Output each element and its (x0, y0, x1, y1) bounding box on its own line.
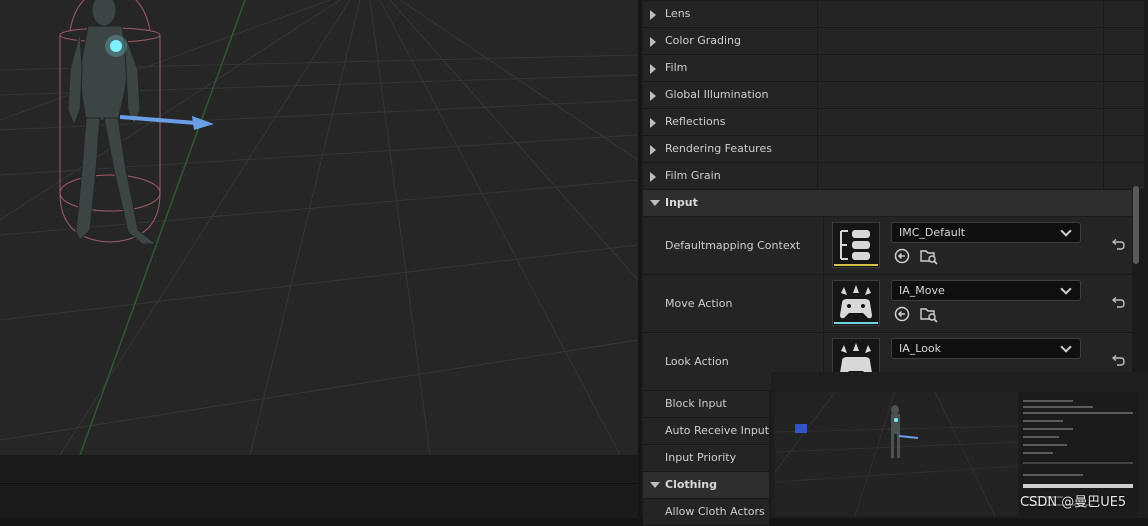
mapping-context-icon (840, 230, 870, 260)
asset-picker-value: IMC_Default (899, 226, 966, 239)
asset-picker-combo[interactable]: IA_Look (891, 338, 1081, 359)
collapse-arrow-icon (650, 482, 660, 488)
section-label: Reflections (665, 115, 726, 128)
property-allow-cloth-actors[interactable]: Allow Cloth Actors (643, 499, 769, 526)
category-input[interactable]: Input (643, 190, 1132, 216)
property-label: Block Input (665, 397, 727, 410)
expand-arrow-icon (650, 91, 656, 101)
property-default-mapping-context: Defaultmapping Context IMC_Default (643, 217, 1132, 275)
asset-type-bar (834, 322, 878, 324)
chevron-down-icon (1060, 225, 1072, 237)
camera-icon (795, 424, 807, 433)
property-label: Defaultmapping Context (665, 239, 801, 252)
property-block-input[interactable]: Block Input (643, 391, 769, 418)
section-color-grading[interactable]: Color Grading (643, 28, 1144, 55)
category-label: Input (665, 196, 698, 209)
section-label: Film Grain (665, 169, 721, 182)
expand-arrow-icon (650, 10, 656, 20)
section-label: Color Grading (665, 34, 741, 47)
chevron-down-icon (1060, 283, 1072, 295)
section-label: Global Illumination (665, 88, 769, 101)
viewport-footer (0, 455, 638, 518)
use-selected-icon[interactable] (894, 248, 910, 264)
reset-to-default-icon[interactable] (1111, 297, 1125, 309)
section-film[interactable]: Film (643, 55, 1144, 82)
category-clothing[interactable]: Clothing (643, 472, 769, 498)
use-selected-icon[interactable] (894, 306, 910, 322)
asset-picker-value: IA_Move (899, 284, 945, 297)
property-input-priority[interactable]: Input Priority (643, 445, 769, 472)
section-lens[interactable]: Lens (643, 1, 1144, 28)
section-label: Lens (665, 7, 691, 20)
section-rendering-features[interactable]: Rendering Features (643, 136, 1144, 163)
reset-to-default-icon[interactable] (1111, 355, 1125, 367)
asset-picker-combo[interactable]: IA_Move (891, 280, 1081, 301)
watermark: CSDN @曼巴UE5 (1020, 495, 1127, 510)
input-action-icon (840, 285, 872, 319)
expand-arrow-icon (650, 118, 656, 128)
collapse-arrow-icon (650, 200, 660, 206)
property-label: Look Action (665, 355, 729, 368)
category-label: Clothing (665, 478, 717, 491)
browse-folder-icon[interactable] (920, 247, 938, 265)
character-mesh[interactable] (0, 0, 638, 455)
asset-picker-combo[interactable]: IMC_Default (891, 222, 1081, 243)
asset-thumbnail[interactable] (832, 280, 880, 326)
expand-arrow-icon (650, 64, 656, 74)
property-label: Move Action (665, 297, 733, 310)
browse-folder-icon[interactable] (920, 305, 938, 323)
section-global-illumination[interactable]: Global Illumination (643, 82, 1144, 109)
section-film-grain[interactable]: Film Grain (643, 163, 1144, 190)
reset-to-default-icon[interactable] (1111, 239, 1125, 251)
details-scrollbar[interactable] (1133, 186, 1139, 264)
preview-viewport (774, 391, 1019, 517)
chevron-down-icon (1060, 341, 1072, 353)
expand-arrow-icon (650, 145, 656, 155)
asset-type-bar (834, 264, 878, 266)
property-label: Input Priority (665, 451, 737, 464)
property-label: Allow Cloth Actors (665, 505, 765, 518)
section-label: Rendering Features (665, 142, 772, 155)
property-move-action: Move Action IA_Move (643, 275, 1132, 333)
property-label: Auto Receive Input (665, 424, 770, 437)
asset-thumbnail[interactable] (832, 222, 880, 268)
expand-arrow-icon (650, 172, 656, 182)
section-label: Film (665, 61, 688, 74)
section-reflections[interactable]: Reflections (643, 109, 1144, 136)
level-viewport[interactable] (0, 0, 638, 455)
asset-picker-value: IA_Look (899, 342, 942, 355)
expand-arrow-icon (650, 37, 656, 47)
property-auto-receive-input[interactable]: Auto Receive Input (643, 418, 769, 445)
